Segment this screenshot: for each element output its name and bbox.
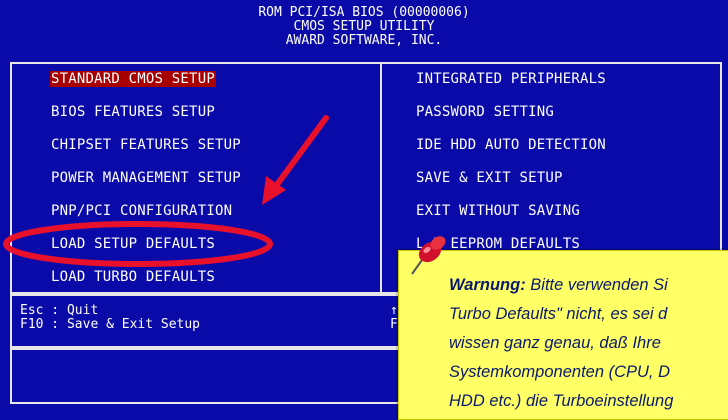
pushpin-icon [411,236,446,275]
menu-item-pnp-pci-configuration[interactable]: PNP/PCI CONFIGURATION [51,203,232,219]
help-esc-quit: Esc : Quit [20,303,99,318]
menu-item-save-exit-setup[interactable]: SAVE & EXIT SETUP [416,170,563,186]
warning-line-3: wissen ganz genau, daß Ihre [449,334,661,352]
menu-item-load-turbo-defaults[interactable]: LOAD TURBO DEFAULTS [51,269,215,285]
menu-item-chipset-features-setup[interactable]: CHIPSET FEATURES SETUP [51,137,241,153]
bios-utility-title: CMOS SETUP UTILITY [293,19,435,34]
warning-line-2: Turbo Defaults" nicht, es sei d [449,305,668,323]
menu-item-exit-without-saving[interactable]: EXIT WITHOUT SAVING [416,203,580,219]
menu-item-standard-cmos-setup[interactable]: STANDARD CMOS SETUP [50,71,216,87]
help-arrow-keys: ↑ [390,303,398,318]
bios-vendor: AWARD SOFTWARE, INC. [285,33,443,48]
bios-header: ROM PCI/ISA BIOS (00000006) CMOS SETUP U… [6,4,722,58]
warning-line-1: Bitte verwenden Si [525,276,668,294]
menu-item-power-management-setup[interactable]: POWER MANAGEMENT SETUP [51,170,241,186]
warning-label: Warnung: [449,276,526,294]
menu-item-integrated-peripherals[interactable]: INTEGRATED PERIPHERALS [416,71,606,87]
menu-item-ide-hdd-auto-detection[interactable]: IDE HDD AUTO DETECTION [416,137,606,153]
menu-item-bios-features-setup[interactable]: BIOS FEATURES SETUP [51,104,215,120]
bios-rom-title: ROM PCI/ISA BIOS (00000006) [258,5,470,20]
menu-column-divider [380,62,382,294]
warning-note-text: Warnung: Bitte verwenden Si Turbo Defaul… [449,271,728,416]
menu-item-password-setting[interactable]: PASSWORD SETTING [416,104,554,120]
help-f10-save-exit: F10 : Save & Exit Setup [20,317,201,332]
warning-line-4: Systemkomponenten (CPU, D [449,363,671,381]
warning-line-5: HDD etc.) die Turboeinstellung [449,392,674,410]
menu-item-load-setup-defaults[interactable]: LOAD SETUP DEFAULTS [51,236,215,252]
